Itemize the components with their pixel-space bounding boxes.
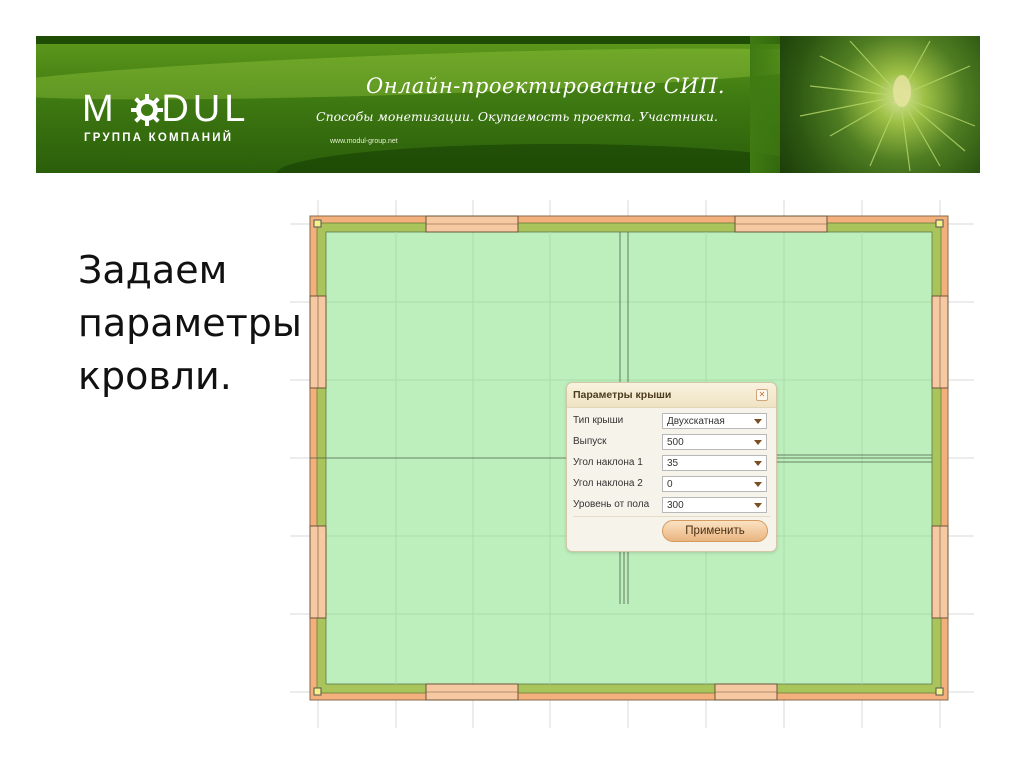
select-value: 300 xyxy=(667,500,684,511)
corner-handle-bottom-left xyxy=(313,687,322,696)
slope-angle-2-select[interactable]: 0 xyxy=(662,476,767,492)
field-floor-level: Уровень от пола 300 xyxy=(573,497,770,513)
slide-text-line: кровли. xyxy=(78,354,232,398)
field-roof-type: Тип крыши Двухскатная xyxy=(573,413,770,429)
dialog-divider xyxy=(573,516,770,517)
field-label: Выпуск xyxy=(573,436,607,447)
pine-needles-icon xyxy=(799,40,976,172)
chevron-down-icon xyxy=(754,440,762,445)
pine-branch-image xyxy=(780,36,980,173)
banner-url: www.modul-group.net xyxy=(330,138,398,145)
field-label: Угол наклона 1 xyxy=(573,457,643,468)
select-value: 35 xyxy=(667,458,679,469)
field-label: Тип крыши xyxy=(573,415,624,426)
gear-logo-icon xyxy=(131,94,163,126)
slide-text-line: Задаем xyxy=(78,248,228,292)
field-slope-angle-2: Угол наклона 2 0 xyxy=(573,476,770,492)
slide-text-line: параметры xyxy=(78,301,302,345)
chevron-down-icon xyxy=(754,503,762,508)
field-label: Уровень от пола xyxy=(573,499,650,510)
banner-subtitle: Способы монетизации. Окупаемость проекта… xyxy=(316,109,718,124)
field-overhang: Выпуск 500 xyxy=(573,434,770,450)
banner-title: Онлайн-проектирование СИП. xyxy=(366,74,726,98)
chevron-down-icon xyxy=(754,461,762,466)
floor-level-select[interactable]: 300 xyxy=(662,497,767,513)
chevron-down-icon xyxy=(754,419,762,424)
logo-subtitle: ГРУППА КОМПАНИЙ xyxy=(84,132,234,144)
corner-handle-top-right xyxy=(935,219,944,228)
slide-text: Задаем параметры кровли. xyxy=(78,244,308,403)
field-label: Угол наклона 2 xyxy=(573,478,643,489)
select-value: Двухскатная xyxy=(667,416,725,427)
field-slope-angle-1: Угол наклона 1 35 xyxy=(573,455,770,471)
overhang-select[interactable]: 500 xyxy=(662,434,767,450)
header-banner: M DUL ГРУППА КОМПАНИЙ Онлайн-проектирова… xyxy=(36,36,980,173)
dialog-header: Параметры крыши ✕ xyxy=(567,383,776,408)
company-logo: M DUL xyxy=(82,88,250,130)
slope-angle-1-select[interactable]: 35 xyxy=(662,455,767,471)
close-icon[interactable]: ✕ xyxy=(756,389,768,401)
select-value: 500 xyxy=(667,437,684,448)
corner-handle-bottom-right xyxy=(935,687,944,696)
apply-button[interactable]: Применить xyxy=(662,520,768,542)
chevron-down-icon xyxy=(754,482,762,487)
roof-parameters-dialog: Параметры крыши ✕ Тип крыши Двухскатная … xyxy=(566,382,777,552)
select-value: 0 xyxy=(667,479,673,490)
corner-handle-top-left xyxy=(313,219,322,228)
dialog-title: Параметры крыши xyxy=(573,389,672,401)
roof-type-select[interactable]: Двухскатная xyxy=(662,413,767,429)
